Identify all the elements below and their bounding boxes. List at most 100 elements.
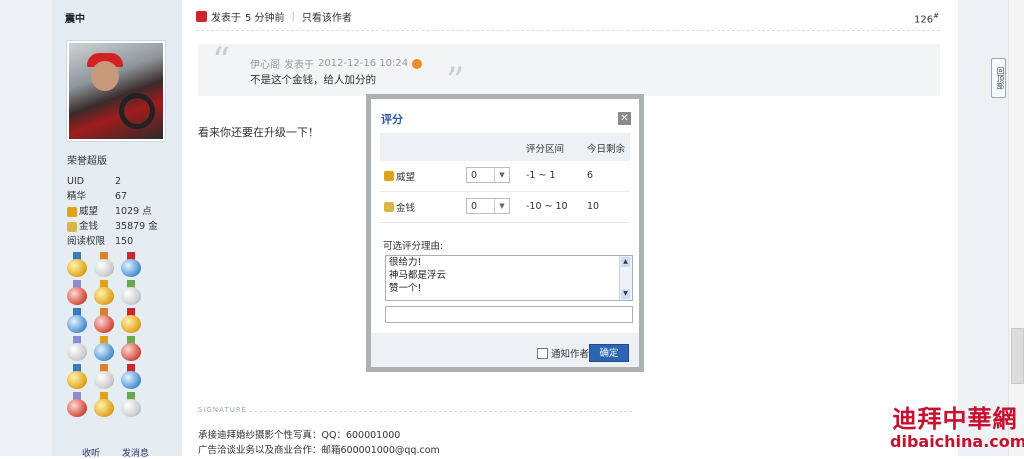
- medal-disc: [94, 259, 114, 277]
- rating-dialog: 评分 ✕ 评分区间 今日剩余 威望 0 ▼ -1 ~ 1 6 金钱 0 ▼ -10 …: [366, 94, 644, 372]
- checkbox-box[interactable]: [537, 347, 548, 359]
- medal-icon[interactable]: [66, 252, 88, 277]
- medal-icon[interactable]: [66, 280, 88, 305]
- stat-value: 2: [115, 176, 122, 187]
- medal-icon[interactable]: [66, 336, 88, 361]
- meta-separator: |: [291, 11, 295, 22]
- quote-meta: 伊心阁 发表于 2012-12-16 10:24: [250, 56, 423, 71]
- stat-key: 威望: [79, 206, 99, 217]
- reply-text: 看来你还要在升级一下！: [198, 126, 319, 139]
- only-author-link[interactable]: 只看该作者: [302, 9, 352, 24]
- stat-money: 金钱 35879 金: [67, 219, 158, 234]
- prestige-score-select[interactable]: 0 ▼: [466, 167, 510, 183]
- prestige-icon: [384, 171, 394, 181]
- medal-disc: [94, 399, 114, 417]
- money-icon: [67, 221, 77, 232]
- reason-scrollbar[interactable]: ▲ ▼: [619, 256, 632, 300]
- rating-label-text: 金钱: [396, 203, 416, 214]
- author-name[interactable]: 震中: [65, 10, 85, 25]
- signature-line-2: 广告洽谈业务以及商业合作：邮箱600001000@qq.com: [198, 445, 440, 456]
- stat-key: UID: [67, 176, 85, 187]
- notify-author-checkbox[interactable]: 通知作者: [537, 346, 589, 360]
- medal-icon[interactable]: [120, 392, 142, 417]
- select-value: 0: [471, 170, 478, 181]
- avatar-photo: [69, 43, 163, 139]
- reason-option[interactable]: 神马都是浮云: [386, 269, 632, 282]
- medal-disc: [121, 259, 141, 277]
- medal-disc: [94, 371, 114, 389]
- medal-icon[interactable]: [93, 280, 115, 305]
- select-value: 0: [471, 201, 478, 212]
- post-divider: [196, 30, 940, 31]
- money-score-select[interactable]: 0 ▼: [466, 198, 510, 214]
- reason-listbox[interactable]: 很给力! 神马都是浮云 赞一个! ▲ ▼: [385, 255, 633, 301]
- medal-icon[interactable]: [66, 308, 88, 333]
- medal-icon[interactable]: [66, 364, 88, 389]
- medal-icon[interactable]: [120, 364, 142, 389]
- rating-table-header: 评分区间 今日剩余: [380, 133, 630, 161]
- scroll-up-icon[interactable]: ▲: [621, 257, 630, 267]
- scrollbar-thumb[interactable]: [1011, 328, 1024, 384]
- confirm-button[interactable]: 确定: [589, 344, 629, 362]
- signature-divider: [244, 411, 632, 412]
- rating-remaining: 10: [587, 201, 600, 212]
- avatar-head-shape: [91, 61, 119, 91]
- rating-row-prestige: 威望 0 ▼ -1 ~ 1 6: [380, 161, 630, 192]
- floor-number[interactable]: 126#: [914, 12, 939, 25]
- chevron-down-icon[interactable]: ▼: [494, 168, 509, 182]
- medal-disc: [67, 315, 87, 333]
- medal-icon[interactable]: [93, 392, 115, 417]
- scroll-down-icon[interactable]: ▼: [621, 289, 630, 299]
- medal-disc: [121, 343, 141, 361]
- medal-icon[interactable]: [120, 336, 142, 361]
- medal-icon[interactable]: [93, 308, 115, 333]
- floor-number-value: 126: [914, 14, 934, 26]
- stat-uid: UID 2: [67, 174, 158, 189]
- medal-icon[interactable]: [120, 280, 142, 305]
- page-scrollbar[interactable]: [1008, 0, 1024, 456]
- quote-block: “ 伊心阁 发表于 2012-12-16 10:24 不是这个金钱，给人加分的 …: [198, 44, 940, 100]
- follow-link[interactable]: 收听: [82, 446, 100, 459]
- stat-value: 150: [115, 236, 134, 247]
- rating-range: -10 ~ 10: [526, 201, 568, 212]
- medal-disc: [67, 287, 87, 305]
- watermark-en: dibaichina.com: [890, 432, 1024, 451]
- dialog-title: 评分: [381, 113, 403, 126]
- stat-read-permission: 阅读权限 150: [67, 234, 158, 249]
- medal-disc: [67, 259, 87, 277]
- back-to-top-button[interactable]: 回顶部: [991, 58, 1006, 98]
- medal-icon[interactable]: [66, 392, 88, 417]
- reason-option[interactable]: 赞一个!: [386, 282, 632, 295]
- rating-row-money: 金钱 0 ▼ -10 ~ 10 10: [380, 192, 630, 223]
- user-rank: 荣誉超版: [67, 156, 107, 167]
- post-meta: 发表于 5 分钟前 | 只看该作者: [196, 9, 352, 24]
- medal-icon[interactable]: [93, 364, 115, 389]
- dialog-footer: 通知作者 确定: [371, 333, 639, 367]
- close-icon[interactable]: ✕: [618, 112, 631, 125]
- medal-icon[interactable]: [120, 252, 142, 277]
- site-watermark-logo: 迪拜中華網 dibaichina.com: [890, 404, 1024, 451]
- stat-key: 阅读权限: [67, 236, 106, 247]
- rating-label: 威望: [384, 169, 415, 183]
- chevron-down-icon[interactable]: ▼: [494, 199, 509, 213]
- reason-option[interactable]: 很给力!: [386, 256, 632, 269]
- send-message-link[interactable]: 发消息: [122, 446, 149, 459]
- medal-icon[interactable]: [120, 308, 142, 333]
- go-to-post-icon[interactable]: [412, 58, 423, 69]
- medal-icon[interactable]: [93, 336, 115, 361]
- signature-label: SIGNATURE: [198, 406, 248, 414]
- reason-text-input[interactable]: [385, 306, 633, 323]
- watermark-cn: 迪拜中華網: [892, 404, 1018, 433]
- prestige-icon: [67, 206, 77, 217]
- rating-label-text: 威望: [396, 172, 416, 183]
- avatar[interactable]: [66, 40, 166, 142]
- posted-label: 发表于: [211, 13, 241, 24]
- stat-prestige: 威望 1029 点: [67, 204, 158, 219]
- medal-disc: [94, 287, 114, 305]
- page-margin-left: [0, 0, 52, 456]
- stat-digest: 精华 67: [67, 189, 158, 204]
- sidebar-actions: 收听 发消息: [82, 446, 149, 459]
- medal-disc: [94, 315, 114, 333]
- medal-icon[interactable]: [93, 252, 115, 277]
- quote-time: 2012-12-16 10:24: [318, 58, 409, 69]
